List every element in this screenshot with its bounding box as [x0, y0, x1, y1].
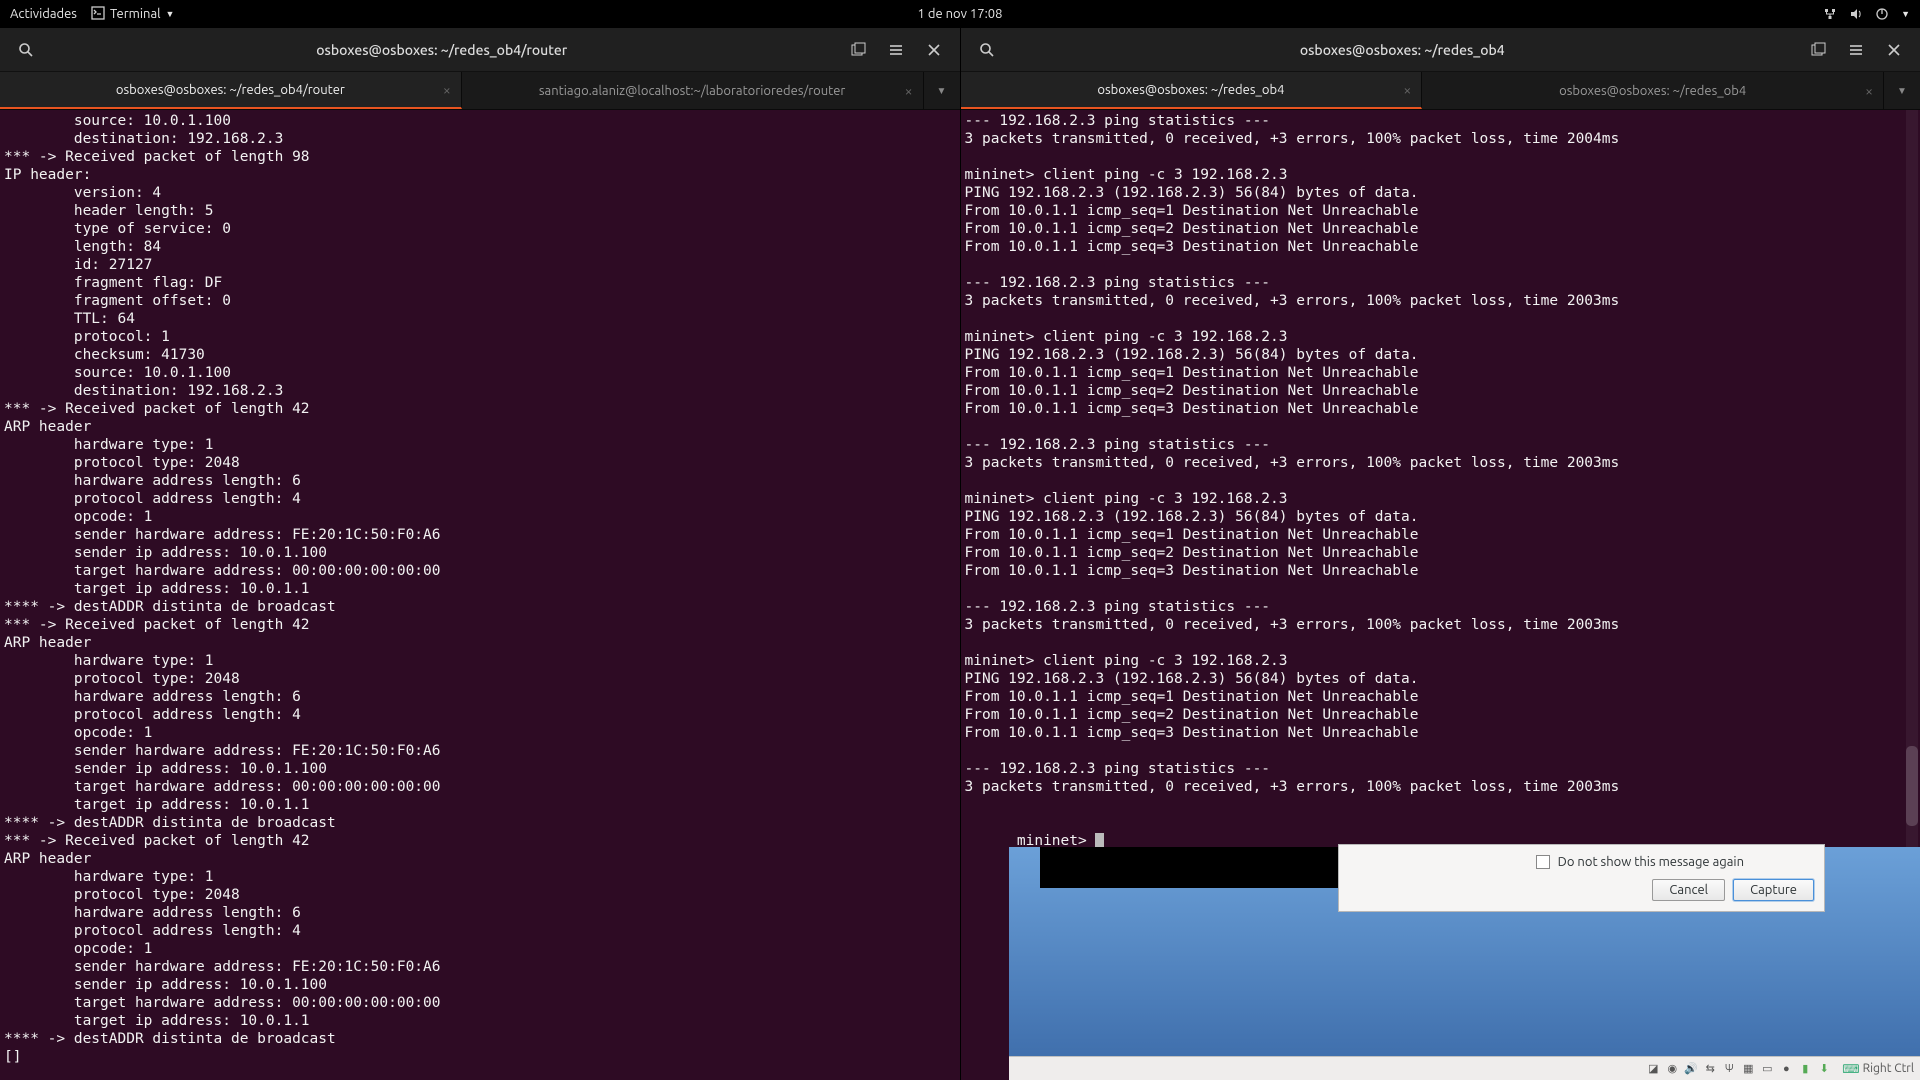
host-key-label: Right Ctrl — [1863, 1062, 1914, 1075]
window-title: osboxes@osboxes: ~/redes_ob4/router — [44, 42, 840, 58]
tab-label: osboxes@osboxes: ~/redes_ob4 — [1097, 83, 1284, 97]
checkbox-label: Do not show this message again — [1558, 855, 1744, 869]
vm-mouse-icon[interactable]: ⬇ — [1817, 1062, 1831, 1076]
tab-santiago[interactable]: santiago.alaniz@localhost:~/laboratorior… — [462, 72, 924, 109]
vm-display-icon[interactable]: ▭ — [1760, 1062, 1774, 1076]
tab-router[interactable]: osboxes@osboxes: ~/redes_ob4/router × — [0, 72, 462, 109]
new-tab-button[interactable] — [840, 35, 876, 65]
vm-usb-icon[interactable]: Ψ — [1722, 1062, 1736, 1076]
host-key-indicator[interactable]: ⌨ Right Ctrl — [1842, 1062, 1914, 1076]
tab-label: osboxes@osboxes: ~/redes_ob4/router — [116, 83, 345, 97]
close-button[interactable] — [916, 35, 952, 65]
activities-button[interactable]: Actividades — [10, 7, 77, 21]
hamburger-menu-icon[interactable] — [878, 35, 914, 65]
tab-close-icon[interactable]: × — [1865, 83, 1873, 99]
capture-dialog: Do not show this message again Cancel Ca… — [1338, 844, 1825, 912]
tab-redes-2[interactable]: osboxes@osboxes: ~/redes_ob4 × — [1422, 72, 1884, 109]
search-button[interactable] — [969, 35, 1005, 65]
host-key-icon: ⌨ — [1842, 1062, 1859, 1076]
network-icon[interactable] — [1823, 7, 1837, 21]
do-not-show-checkbox[interactable] — [1536, 855, 1550, 869]
cancel-button[interactable]: Cancel — [1652, 879, 1725, 901]
terminal-window-left: osboxes@osboxes: ~/redes_ob4/router osbo… — [0, 28, 961, 1080]
vm-hdd-icon[interactable]: ◪ — [1646, 1062, 1660, 1076]
tab-close-icon[interactable]: × — [1403, 82, 1411, 98]
tabs-row: osboxes@osboxes: ~/redes_ob4/router × sa… — [0, 72, 960, 110]
tab-label: santiago.alaniz@localhost:~/laboratorior… — [539, 84, 845, 98]
scrollbar-thumb[interactable] — [1906, 746, 1918, 826]
capture-button[interactable]: Capture — [1733, 879, 1814, 901]
tabs-dropdown-icon[interactable]: ▼ — [1884, 72, 1920, 109]
vm-optical-icon[interactable]: ◉ — [1665, 1062, 1679, 1076]
app-menu[interactable]: Terminal ▼ — [91, 6, 175, 23]
clock[interactable]: 1 de nov 17:08 — [918, 7, 1003, 21]
tabs-dropdown-icon[interactable]: ▼ — [924, 72, 960, 109]
chevron-down-icon: ▼ — [166, 9, 175, 19]
search-button[interactable] — [8, 35, 44, 65]
volume-icon[interactable] — [1849, 7, 1863, 21]
window-header: osboxes@osboxes: ~/redes_ob4/router — [0, 28, 960, 72]
vm-shared-icon[interactable]: ▦ — [1741, 1062, 1755, 1076]
power-icon[interactable] — [1875, 7, 1889, 21]
terminal-output[interactable]: source: 10.0.1.100 destination: 192.168.… — [0, 110, 960, 1080]
terminal-icon — [91, 6, 105, 23]
system-menu-chevron-icon[interactable]: ▼ — [1901, 9, 1910, 19]
window-title: osboxes@osboxes: ~/redes_ob4 — [1005, 42, 1801, 58]
window-header: osboxes@osboxes: ~/redes_ob4 — [961, 28, 1920, 72]
tab-close-icon[interactable]: × — [443, 82, 451, 98]
tab-close-icon[interactable]: × — [905, 83, 913, 99]
tabs-row: osboxes@osboxes: ~/redes_ob4 × osboxes@o… — [961, 72, 1920, 110]
close-button[interactable] — [1876, 35, 1912, 65]
gnome-topbar: Actividades Terminal ▼ 1 de nov 17:08 ▼ — [0, 0, 1920, 28]
vm-record-icon[interactable]: ● — [1779, 1062, 1793, 1076]
virtualbox-status-bar: ◪ ◉ 🔊 ⇆ Ψ ▦ ▭ ● ▮ ⬇ ⌨ Right Ctrl — [1009, 1056, 1920, 1080]
tab-label: osboxes@osboxes: ~/redes_ob4 — [1559, 84, 1746, 98]
hamburger-menu-icon[interactable] — [1838, 35, 1874, 65]
vm-network-icon[interactable]: ⇆ — [1703, 1062, 1717, 1076]
app-name: Terminal — [110, 7, 161, 21]
tab-redes-1[interactable]: osboxes@osboxes: ~/redes_ob4 × — [961, 72, 1423, 109]
vm-cpu-icon[interactable]: ▮ — [1798, 1062, 1812, 1076]
new-tab-button[interactable] — [1800, 35, 1836, 65]
vm-audio-icon[interactable]: 🔊 — [1684, 1062, 1698, 1076]
